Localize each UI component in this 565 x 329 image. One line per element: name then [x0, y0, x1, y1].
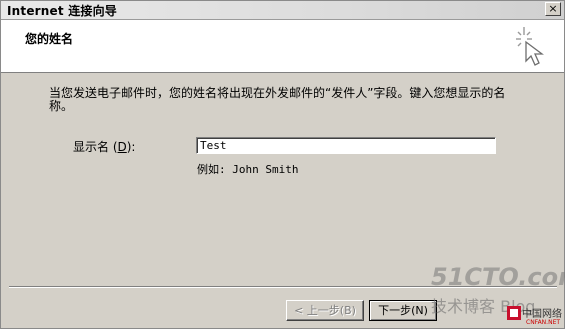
page-title: 您的姓名: [25, 32, 74, 46]
display-name-input[interactable]: Test: [196, 137, 496, 154]
watermark-51cto: 51CTO.com: [431, 263, 565, 291]
wizard-sparkle-cursor-icon: [516, 27, 544, 66]
wizard-window: Internet 连接向导 × 您的姓名 当您发送电子邮件时，您的姓名将出现在外…: [0, 0, 565, 329]
label-hotkey: D: [117, 140, 127, 154]
cnfan-watermark-url: CNFAN.NET: [526, 319, 561, 326]
display-name-label: 显示名 (D):: [73, 138, 135, 155]
cnfan-watermark-text: 中国网络: [522, 309, 562, 320]
example-text: 例如: John Smith: [197, 163, 299, 176]
label-prefix: 显示名 (: [73, 140, 118, 154]
label-suffix: ):: [126, 140, 136, 154]
back-button[interactable]: < 上一步(B): [286, 300, 364, 321]
next-button[interactable]: 下一步(N): [369, 300, 437, 321]
wizard-header: 您的姓名: [1, 20, 564, 73]
close-button[interactable]: ×: [545, 2, 561, 16]
title-bar: Internet 连接向导 ×: [1, 1, 564, 20]
description-text: 当您发送电子邮件时，您的姓名将出现在外发邮件的“发件人”字段。键入您想显示的名称…: [49, 86, 506, 113]
window-title: Internet 连接向导: [7, 4, 117, 18]
